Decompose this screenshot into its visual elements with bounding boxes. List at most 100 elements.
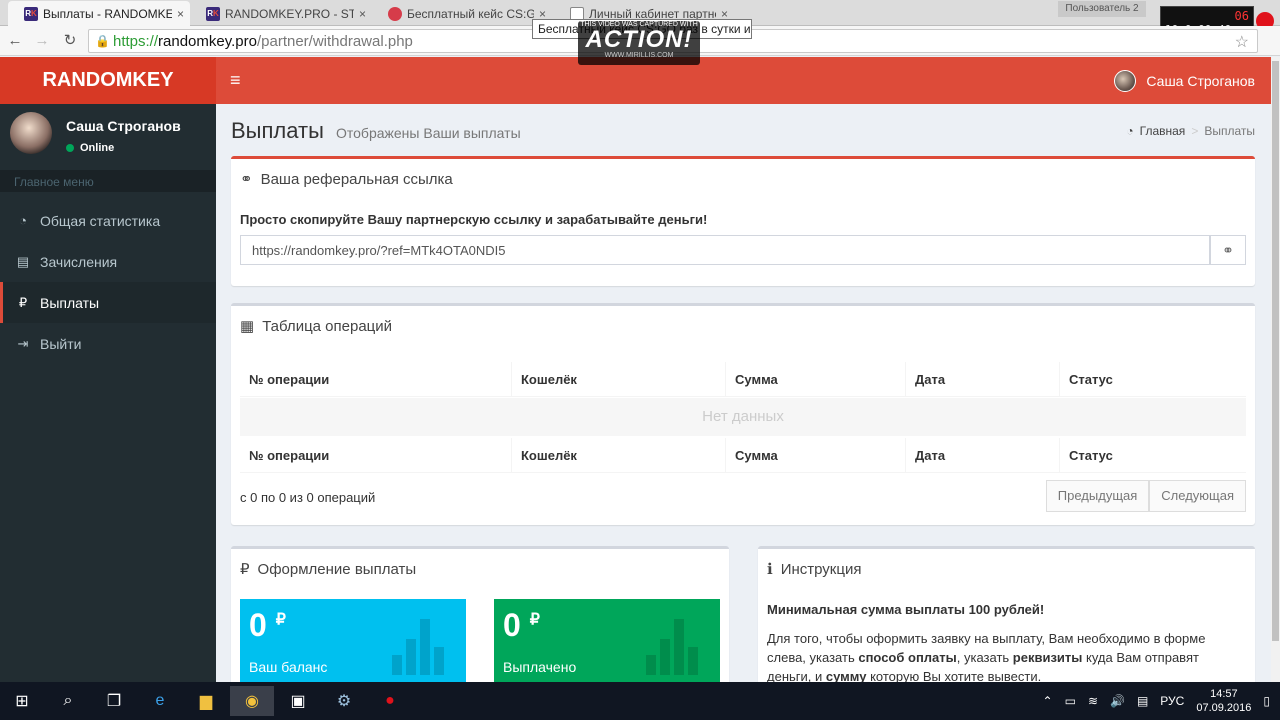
column-header-wallet[interactable]: Кошелёк xyxy=(512,362,726,396)
browser-tab-payouts[interactable]: RK Выплаты - RANDOMKEY.P × xyxy=(8,1,190,26)
clock-time: 14:57 xyxy=(1210,688,1238,700)
table-info: с 0 по 0 из 0 операций xyxy=(240,490,376,505)
instruction-minimum: Минимальная сумма выплаты 100 рублей! xyxy=(767,602,1045,617)
sidebar-item-payouts[interactable]: ₽ Выплаты xyxy=(0,282,216,323)
volume-icon[interactable]: 🔊 xyxy=(1110,694,1125,708)
windows-start-icon[interactable]: ⊞ xyxy=(0,686,44,716)
sidebar-item-label: Общая статистика xyxy=(40,212,161,229)
chevron-up-icon[interactable]: ⌃ xyxy=(1043,694,1053,708)
balance-card: 0 ₽ Ваш баланс xyxy=(240,599,466,682)
avatar xyxy=(10,112,52,154)
column-footer-date: Дата xyxy=(906,438,1060,472)
randomkey-favicon-icon: RK xyxy=(24,6,38,21)
tab-title: Выплаты - RANDOMKEY.P xyxy=(43,6,172,21)
address-url: https://randomkey.pro/partner/withdrawal… xyxy=(113,33,413,50)
csgo-favicon-icon xyxy=(388,6,402,21)
breadcrumb-home-link[interactable]: Главная xyxy=(1140,124,1186,138)
column-header-operation[interactable]: № операции xyxy=(240,362,512,396)
sidebar-item-credits[interactable]: ▤ Зачисления xyxy=(0,241,216,282)
avatar xyxy=(1114,70,1137,92)
page-title: Выплаты xyxy=(231,118,324,143)
file-explorer-icon[interactable]: ▆ xyxy=(184,686,228,716)
clock-date: 07.09.2016 xyxy=(1196,702,1252,714)
recorder-watermark: THIS VIDEO WAS CAPTURED WITH ACTION! WWW… xyxy=(578,21,700,65)
prev-page-button[interactable]: Предыдущая xyxy=(1045,480,1150,512)
breadcrumb: ◔ Главная > Выплаты xyxy=(1126,124,1255,138)
column-header-amount[interactable]: Сумма xyxy=(726,362,906,396)
payout-box-title: ₽ Оформление выплаты xyxy=(240,560,417,579)
back-arrow-icon[interactable]: ← xyxy=(6,32,24,50)
battery-icon[interactable]: ▭ xyxy=(1065,694,1076,708)
navbar-user-menu[interactable]: Саша Строганов xyxy=(1114,70,1255,92)
sidebar-user-panel: Саша Строганов Online xyxy=(10,112,210,162)
column-footer-status: Статус xyxy=(1069,448,1113,463)
operations-box-title: ▦ Таблица операций xyxy=(240,317,393,336)
column-footer-operation: № операции xyxy=(240,438,512,472)
copy-link-button[interactable]: ⚭ xyxy=(1210,235,1246,265)
forward-arrow-icon[interactable]: → xyxy=(33,32,51,50)
watermark-bottom-text: WWW.MIRILLIS.COM xyxy=(604,52,674,59)
balance-label: Ваш баланс xyxy=(249,659,328,675)
link-icon: ⚭ xyxy=(1222,242,1234,258)
instruction-text: Для того, чтобы оформить заявку на выпла… xyxy=(767,631,1206,682)
sidebar-item-statistics[interactable]: ◔ Общая статистика xyxy=(0,200,216,241)
menu-toggle-icon[interactable]: ≡ xyxy=(230,70,241,91)
table-grid-icon: ▦ xyxy=(240,318,255,335)
watermark-logo-text: ACTION! xyxy=(585,26,693,53)
user-status: Online xyxy=(66,142,114,154)
column-header-status[interactable]: Статус xyxy=(1060,362,1246,396)
store-icon[interactable]: ▣ xyxy=(276,686,320,716)
sidebar-item-label: Зачисления xyxy=(40,253,118,270)
tab-title: RANDOMKEY.PRO - STEA xyxy=(225,6,354,21)
action-center-icon[interactable]: ▯ xyxy=(1263,694,1270,708)
instruction-box: ℹ Инструкция Минимальная сумма выплаты 1… xyxy=(758,546,1255,682)
column-footer-wallet: Кошелёк xyxy=(512,438,726,472)
column-header-date[interactable]: Дата xyxy=(906,362,1060,396)
referral-instruction: Просто скопируйте Вашу партнерскую ссылк… xyxy=(240,212,708,227)
navbar-user-name: Саша Строганов xyxy=(1146,73,1255,89)
search-icon[interactable]: ⌕ xyxy=(46,686,90,716)
language-indicator[interactable]: РУС xyxy=(1160,694,1184,708)
table-footer-row: № операции Кошелёк Сумма Дата Статус xyxy=(240,438,1246,473)
scrollbar-thumb[interactable] xyxy=(1272,61,1279,641)
page-scrollbar[interactable] xyxy=(1271,57,1280,682)
system-tray: ⌃ ▭ ≋ 🔊 ▤ РУС 14:57 07.09.2016 ▯ xyxy=(1043,682,1270,720)
action-recorder-icon[interactable]: ● xyxy=(368,686,412,716)
next-page-button[interactable]: Следующая xyxy=(1149,480,1246,512)
notification-icon[interactable]: ▤ xyxy=(1137,694,1148,708)
instruction-box-title: ℹ Инструкция xyxy=(767,560,862,579)
wifi-icon[interactable]: ≋ xyxy=(1088,694,1098,708)
randomkey-favicon-icon: RK xyxy=(206,6,220,21)
browser-tab-randomkey-steam[interactable]: RK RANDOMKEY.PRO - STEA × xyxy=(190,1,372,26)
paid-card: 0 ₽ Выплачено xyxy=(494,599,720,682)
chrome-browser-icon[interactable]: ◉ xyxy=(230,686,274,716)
sidebar-item-logout[interactable]: ⇥ Выйти xyxy=(0,323,216,364)
referral-link-input[interactable] xyxy=(240,235,1210,265)
sign-out-icon: ⇥ xyxy=(17,335,29,351)
tab-close-icon[interactable]: × xyxy=(359,7,366,21)
info-icon: ℹ xyxy=(767,561,773,578)
breadcrumb-separator: > xyxy=(1191,124,1199,138)
reload-icon[interactable]: ↻ xyxy=(61,32,79,50)
bar-chart-icon xyxy=(646,619,706,675)
bar-chart-icon: ▤ xyxy=(16,253,30,269)
bookmark-star-icon[interactable]: ☆ xyxy=(1235,32,1249,52)
windows-taskbar: ⊞ ⌕ ❐ e ▆ ◉ ▣ ⚙ ● ⌃ ▭ ≋ 🔊 ▤ РУС 14:57 07… xyxy=(0,682,1280,720)
app-logo[interactable]: RANDOMKEY xyxy=(0,57,216,104)
dashboard-icon: ◔ xyxy=(1126,124,1134,138)
main-content: Выплаты Отображены Ваши выплаты ◔ Главна… xyxy=(216,104,1271,682)
taskbar-clock[interactable]: 14:57 07.09.2016 xyxy=(1196,687,1251,715)
task-view-icon[interactable]: ❐ xyxy=(92,686,136,716)
browser-profile-chip[interactable]: Пользователь 2 xyxy=(1058,1,1146,17)
steam-icon[interactable]: ⚙ xyxy=(322,686,366,716)
ruble-icon: ₽ xyxy=(240,561,250,578)
top-navbar: ≡ Саша Строганов xyxy=(216,57,1271,104)
tab-close-icon[interactable]: × xyxy=(177,7,184,21)
browser-tab-free-case[interactable]: Бесплатный кейс CS:GO × xyxy=(372,1,552,26)
table-empty-row: Нет данных xyxy=(240,398,1246,436)
lock-icon: 🔒 xyxy=(95,34,110,48)
edge-browser-icon[interactable]: e xyxy=(138,686,182,716)
dashboard-icon: ◔ xyxy=(19,213,27,228)
online-status-icon xyxy=(66,144,74,152)
sidebar-user-name: Саша Строганов xyxy=(66,118,181,134)
